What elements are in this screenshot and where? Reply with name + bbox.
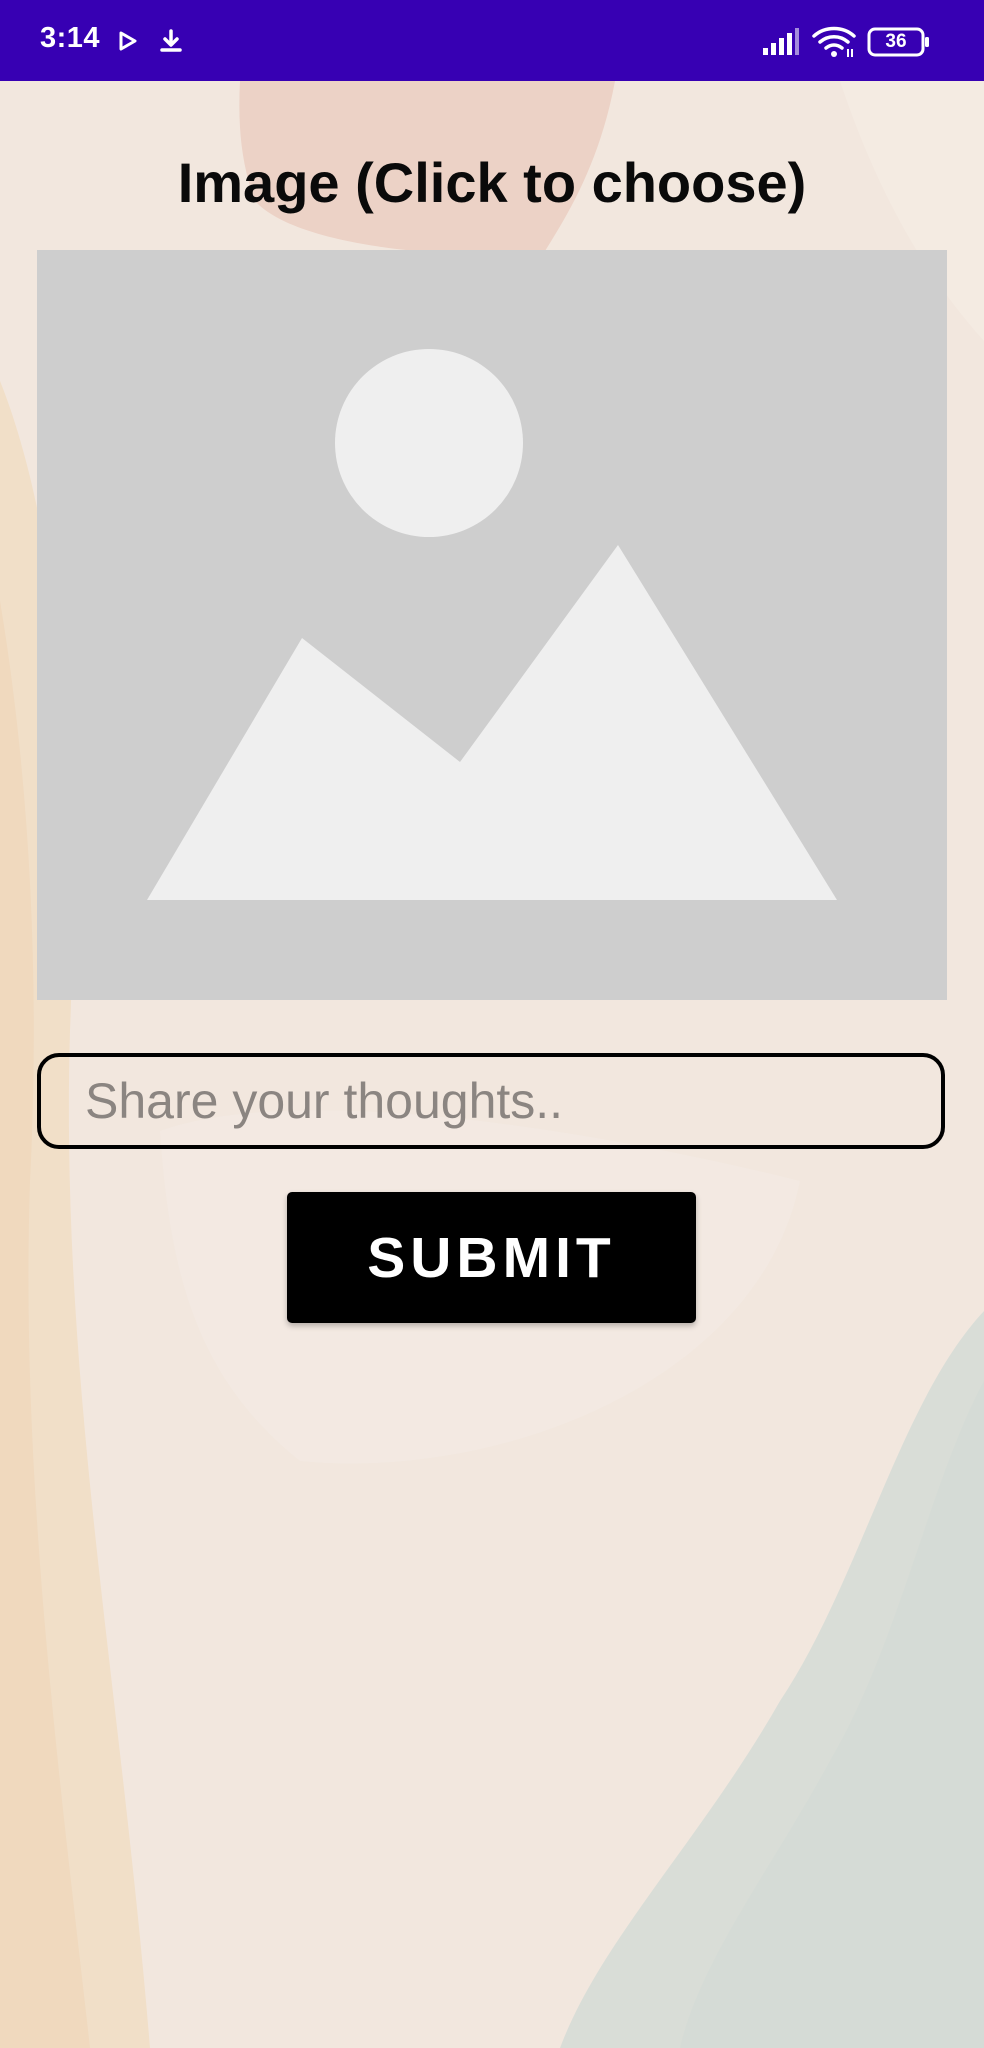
wifi-icon xyxy=(812,25,856,64)
thoughts-input[interactable] xyxy=(37,1053,945,1149)
image-placeholder-icon xyxy=(147,349,837,900)
signal-icon xyxy=(762,28,800,61)
battery-level: 36 xyxy=(885,31,907,52)
image-picker[interactable] xyxy=(37,250,947,1000)
download-icon xyxy=(158,28,184,59)
submit-button[interactable]: SUBMIT xyxy=(287,1192,696,1323)
play-notification-icon xyxy=(118,30,138,57)
status-time: 3:14 xyxy=(40,22,101,54)
page-title: Image (Click to choose) xyxy=(177,151,807,214)
status-bar: 3:14 36 xyxy=(0,0,984,81)
